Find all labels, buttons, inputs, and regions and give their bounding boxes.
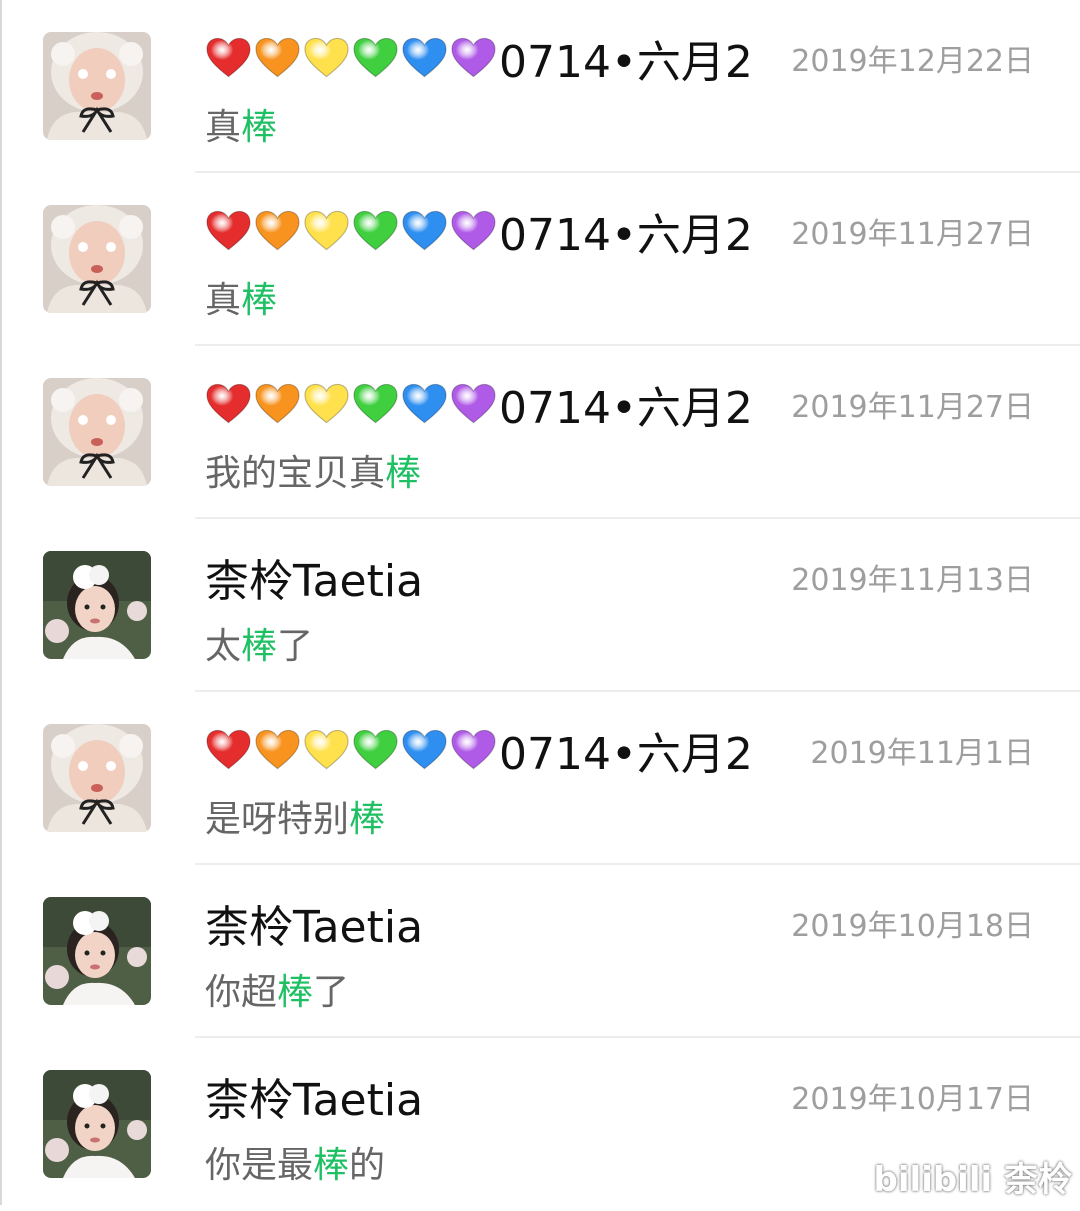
comment-text-part: 你是最 xyxy=(205,1145,314,1186)
username[interactable]: 0714•六月2 xyxy=(205,374,753,434)
comment-keyword-highlight: 棒 xyxy=(241,626,278,667)
comment-text-part: 太 xyxy=(205,626,242,667)
comment-date: 2019年12月22日 xyxy=(791,44,1034,79)
username-text: 0714•六月2 xyxy=(499,729,753,780)
avatar-photo-a[interactable] xyxy=(43,724,151,832)
comment-text-part: 了 xyxy=(277,626,314,667)
comment-date: 2019年11月27日 xyxy=(791,390,1034,425)
avatar-photo-b[interactable] xyxy=(43,551,151,659)
comment-text: 真棒 xyxy=(205,98,277,150)
username-text: 0714•六月2 xyxy=(499,37,753,88)
comment-item[interactable]: 0714•六月2 2019年11月27日我的宝贝真棒 xyxy=(0,346,1080,519)
rainbow-hearts-icon xyxy=(205,728,497,772)
comment-item[interactable]: 柰柃Taetia 2019年11月13日太棒了 xyxy=(0,519,1080,692)
comment-keyword-highlight: 棒 xyxy=(241,107,278,148)
comment-text-part: 真 xyxy=(205,280,242,321)
comment-list: 0714•六月2 2019年12月22日 真棒 0714•六月2 2019年11月27日… xyxy=(0,0,1080,1211)
comment-text: 真棒 xyxy=(205,271,277,323)
avatar-photo-a[interactable] xyxy=(43,32,151,140)
avatar-photo-b[interactable] xyxy=(43,897,151,1005)
comment-date: 2019年11月1日 xyxy=(810,736,1034,771)
rainbow-hearts-icon xyxy=(205,209,497,253)
avatar-photo-a[interactable] xyxy=(43,205,151,313)
comment-item[interactable]: 0714•六月2 2019年11月27日真棒 xyxy=(0,173,1080,346)
username[interactable]: 0714•六月2 xyxy=(205,28,753,88)
comment-keyword-highlight: 棒 xyxy=(385,453,422,494)
comment-text-part: 真 xyxy=(205,107,242,148)
comment-keyword-highlight: 棒 xyxy=(349,799,386,840)
comment-date: 2019年10月17日 xyxy=(791,1082,1034,1117)
username-text: 柰柃Taetia xyxy=(205,902,424,953)
comment-item[interactable]: 0714•六月2 2019年12月22日真棒 xyxy=(0,0,1080,173)
username[interactable]: 0714•六月2 xyxy=(205,201,753,261)
username-text: 0714•六月2 xyxy=(499,383,753,434)
comment-text-part: 的 xyxy=(349,1145,386,1186)
username[interactable]: 0714•六月2 xyxy=(205,720,753,780)
username-text: 柰柃Taetia xyxy=(205,1075,424,1126)
comment-keyword-highlight: 棒 xyxy=(241,280,278,321)
comment-date: 2019年10月18日 xyxy=(791,909,1034,944)
comment-date: 2019年11月13日 xyxy=(791,563,1034,598)
comment-text-part: 是呀特别 xyxy=(205,799,350,840)
username-text: 柰柃Taetia xyxy=(205,556,424,607)
rainbow-hearts-icon xyxy=(205,36,497,80)
comment-text-part: 你超 xyxy=(205,972,278,1013)
avatar-photo-b[interactable] xyxy=(43,1070,151,1178)
rainbow-hearts-icon xyxy=(205,382,497,426)
username[interactable]: 柰柃Taetia xyxy=(205,1066,423,1126)
comment-text: 你超棒了 xyxy=(205,963,349,1015)
username[interactable]: 柰柃Taetia xyxy=(205,547,423,607)
username[interactable]: 柰柃Taetia xyxy=(205,893,423,953)
comment-text: 是呀特别棒 xyxy=(205,790,385,842)
comment-text-part: 我的宝贝真 xyxy=(205,453,386,494)
username-text: 0714•六月2 xyxy=(499,210,753,261)
comment-keyword-highlight: 棒 xyxy=(313,1145,350,1186)
comment-item[interactable]: 柰柃Taetia 2019年10月18日你超棒了 xyxy=(0,865,1080,1038)
watermark: bilibili 柰柃 xyxy=(873,1160,1072,1200)
comment-keyword-highlight: 棒 xyxy=(277,972,314,1013)
comment-text: 我的宝贝真棒 xyxy=(205,444,421,496)
comment-item[interactable]: 0714•六月2 2019年11月1日是呀特别棒 xyxy=(0,692,1080,865)
comment-date: 2019年11月27日 xyxy=(791,217,1034,252)
avatar-photo-a[interactable] xyxy=(43,378,151,486)
comment-text: 太棒了 xyxy=(205,617,313,669)
comment-text-part: 了 xyxy=(313,972,350,1013)
comment-text: 你是最棒的 xyxy=(205,1136,385,1188)
